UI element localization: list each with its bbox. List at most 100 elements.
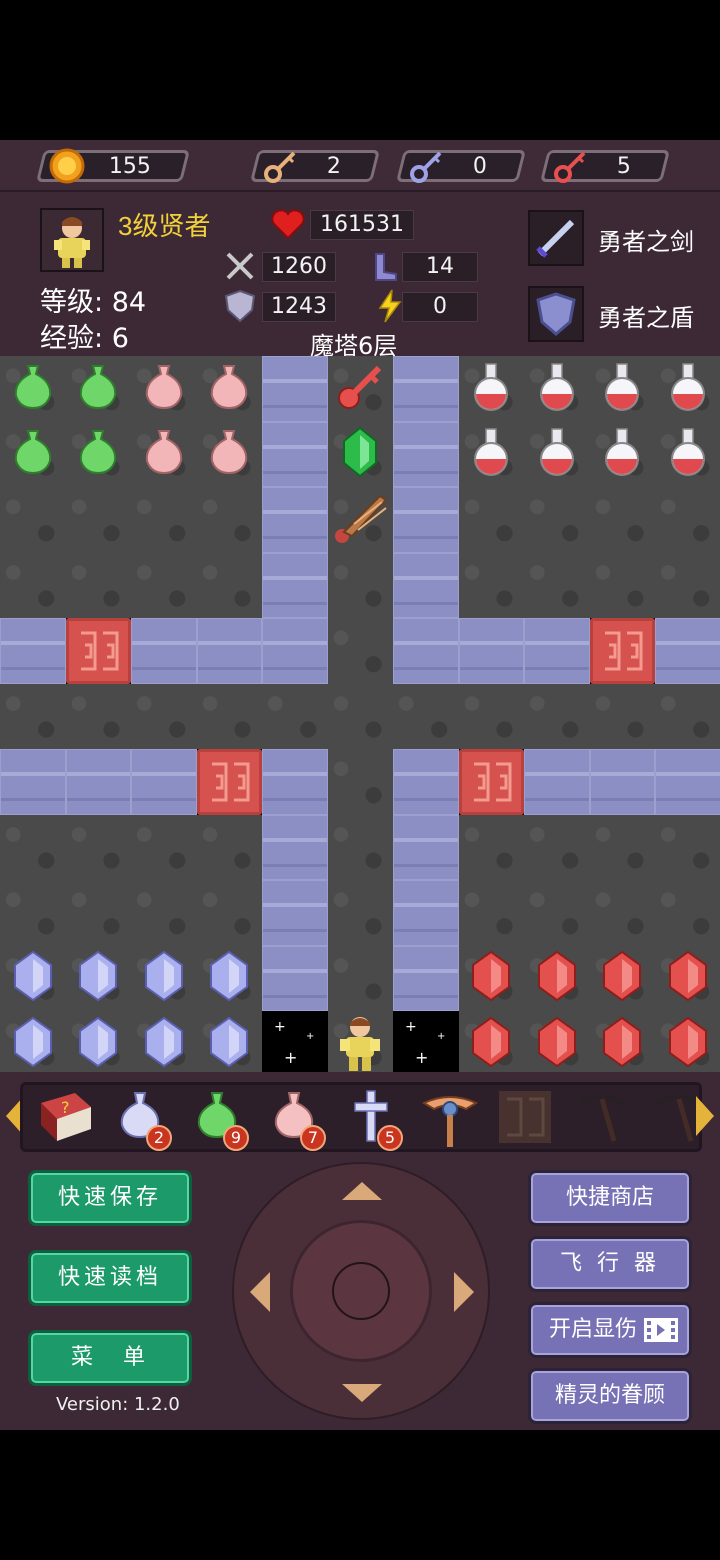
item-scroll-right-icon[interactable] <box>696 1096 714 1136</box>
weapon-slot[interactable] <box>528 210 584 266</box>
stars-icon: + + + <box>274 1019 314 1067</box>
floor-tile <box>655 880 720 946</box>
menu-button[interactable]: 菜 单 <box>28 1330 192 1386</box>
floor-tile <box>655 552 720 618</box>
floor-tile <box>0 1011 66 1072</box>
item-slot[interactable]: 7 <box>266 1089 328 1151</box>
up-arrow-icon[interactable] <box>342 1182 382 1200</box>
shield-name: 勇者之盾 <box>598 304 694 332</box>
game-map[interactable]: + + + + + + <box>0 356 720 1072</box>
red-gem-icon <box>600 1015 644 1072</box>
door-icon <box>497 1089 559 1149</box>
floor-tile <box>196 945 262 1011</box>
wall-tile <box>393 814 459 880</box>
item-slot[interactable] <box>574 1089 636 1149</box>
floor-tile <box>589 880 655 946</box>
wall-tile <box>393 421 459 487</box>
item-count-badge: 5 <box>377 1125 403 1151</box>
floor-tile <box>327 421 393 487</box>
red-potion-icon <box>661 360 715 418</box>
floor-tile <box>0 683 66 749</box>
red-key-icon <box>553 148 589 184</box>
red-door-icon <box>80 631 118 671</box>
floor-tile <box>524 880 590 946</box>
shield-icon <box>222 288 258 324</box>
show-damage-button[interactable]: 开启显伤 <box>528 1302 692 1358</box>
pink-vase-icon <box>202 425 256 483</box>
floor-tile <box>196 552 262 618</box>
blue-gem-icon <box>142 1015 186 1072</box>
show-damage-label: 开启显伤 <box>549 1317 638 1342</box>
agility-value: 14 <box>402 252 478 282</box>
blue-gem-icon <box>76 949 120 1007</box>
floor-tile <box>524 552 590 618</box>
red-potion-icon <box>464 425 518 483</box>
item-slot[interactable]: 5 <box>343 1089 405 1151</box>
floor-tile <box>327 880 393 946</box>
wall-tile <box>589 749 655 815</box>
floor-tile <box>262 683 328 749</box>
wall-tile <box>0 749 66 815</box>
red-potion-icon <box>530 425 584 483</box>
item-slot[interactable] <box>497 1089 559 1149</box>
dpad-knob[interactable] <box>290 1220 432 1362</box>
wall-tile <box>393 945 459 1011</box>
wall-tile <box>262 421 328 487</box>
item-slot[interactable]: 9 <box>189 1089 251 1151</box>
floor-tile <box>655 487 720 553</box>
down-arrow-icon[interactable] <box>342 1384 382 1402</box>
gold-coin-icon <box>49 148 85 184</box>
wing-icon <box>330 488 390 552</box>
quick-load-button[interactable]: 快速读档 <box>28 1250 192 1306</box>
quick-shop-button[interactable]: 快捷商店 <box>528 1170 692 1226</box>
yellow-key-value: 2 <box>326 154 341 179</box>
pickaxe-icon <box>574 1089 636 1149</box>
item-slot[interactable]: 2 <box>112 1089 174 1151</box>
wall-tile <box>262 945 328 1011</box>
floor-tile <box>131 487 197 553</box>
floor-tile <box>65 683 131 749</box>
boots-icon <box>368 248 404 284</box>
left-arrow-icon[interactable] <box>250 1272 270 1312</box>
weapon-name: 勇者之剑 <box>598 228 694 256</box>
wall-tile <box>262 749 328 815</box>
red-door-icon <box>473 762 511 802</box>
quick-save-button[interactable]: 快速保存 <box>28 1170 192 1226</box>
red-gem-icon <box>600 949 644 1007</box>
hp-value: 161531 <box>310 210 414 240</box>
floor-tile <box>524 814 590 880</box>
floor-tile <box>65 880 131 946</box>
flyer-button[interactable]: 飞 行 器 <box>528 1236 692 1292</box>
floor-tile <box>458 683 524 749</box>
red-potion-icon <box>595 360 649 418</box>
floor-tile <box>458 552 524 618</box>
sword-icon <box>222 248 258 284</box>
status-panel: 3级贤者 等级: 84 经验: 6 161531 1260 14 1243 0 … <box>0 192 720 360</box>
red-gem-icon <box>469 949 513 1007</box>
wall-tile <box>262 356 328 422</box>
item-slot[interactable]: ? <box>35 1089 97 1149</box>
attack-value: 1260 <box>262 252 336 282</box>
pink-vase-icon <box>202 360 256 418</box>
svg-text:+: + <box>437 1031 445 1042</box>
floor-tile <box>196 356 262 422</box>
dpad[interactable] <box>232 1162 490 1420</box>
blue-key-icon <box>409 148 445 184</box>
floor-tile <box>65 421 131 487</box>
wall-tile <box>524 749 590 815</box>
wall-tile <box>65 749 131 815</box>
floor-tile <box>524 945 590 1011</box>
red-key-value: 5 <box>616 154 631 179</box>
wall-tile <box>196 618 262 684</box>
right-arrow-icon[interactable] <box>454 1272 474 1312</box>
item-slot[interactable] <box>420 1089 482 1149</box>
floor-tile <box>131 683 197 749</box>
hero-icon <box>330 1011 390 1072</box>
floor-tile <box>196 814 262 880</box>
shield-slot[interactable] <box>528 286 584 342</box>
floor-tile <box>393 683 459 749</box>
floor-tile <box>0 880 66 946</box>
fairy-button[interactable]: 精灵的眷顾 <box>528 1368 692 1424</box>
floor-tile <box>458 421 524 487</box>
floor-tile <box>65 552 131 618</box>
